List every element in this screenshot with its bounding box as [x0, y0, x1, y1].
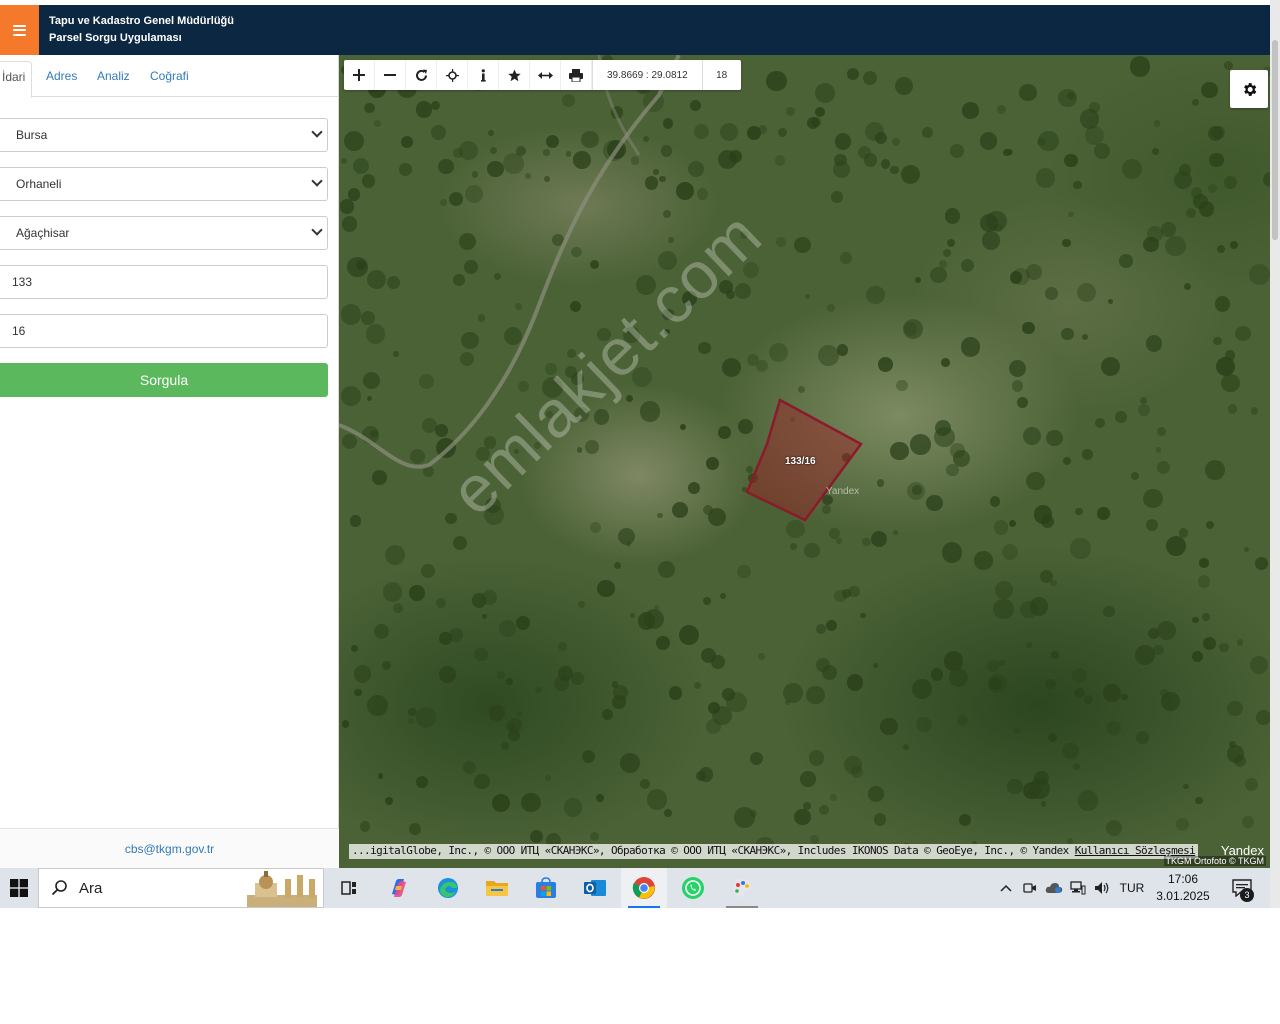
chevron-up-icon	[1000, 884, 1012, 892]
zoom-in-button[interactable]	[344, 60, 375, 90]
app-title-line1: Tapu ve Kadastro Genel Müdürlüğü	[49, 15, 234, 27]
speaker-icon	[1095, 882, 1109, 894]
clock-date: 3.01.2025	[1156, 889, 1210, 903]
chrome-button[interactable]	[621, 868, 667, 908]
province-value: Bursa	[16, 128, 48, 142]
info-icon	[481, 68, 486, 82]
chevron-down-icon	[311, 175, 323, 187]
page-scrollbar[interactable]	[1270, 0, 1280, 908]
whatsapp-button[interactable]	[670, 868, 716, 908]
neighborhood-value: Ağaçhisar	[16, 226, 70, 240]
refresh-button[interactable]	[406, 60, 437, 90]
block-number-input[interactable]: 133	[0, 265, 328, 299]
cloud-sync-icon	[1045, 883, 1063, 893]
tab-bar: İdari Adres Analiz Coğrafi	[0, 55, 339, 98]
tab-analiz[interactable]: Analiz	[91, 61, 136, 97]
store-button[interactable]	[523, 868, 569, 908]
search-highlight-illustration-icon	[247, 871, 317, 907]
map-settings-button[interactable]	[1230, 70, 1268, 108]
camera-icon	[1023, 883, 1036, 893]
query-button[interactable]: Sorgula	[0, 363, 328, 397]
show-hidden-icons-button[interactable]	[996, 868, 1016, 908]
favorite-button[interactable]	[499, 60, 530, 90]
search-icon	[51, 880, 67, 896]
start-button[interactable]	[0, 868, 37, 908]
map-toolbar: 39.8669 : 29.0812 18	[344, 60, 741, 90]
notification-center-button[interactable]: 3	[1222, 868, 1262, 908]
store-icon	[536, 877, 556, 898]
hamburger-icon	[13, 24, 26, 36]
block-number-value: 133	[12, 275, 33, 289]
app-header: Tapu ve Kadastro Genel Müdürlüğü Parsel …	[0, 5, 1270, 55]
clock-time: 17:06	[1167, 872, 1199, 886]
measure-button[interactable]	[530, 60, 561, 90]
file-explorer-icon	[486, 881, 508, 896]
print-button[interactable]	[561, 60, 592, 90]
province-select[interactable]: Bursa	[0, 118, 328, 152]
edge-button[interactable]	[425, 868, 471, 908]
taskbar-search[interactable]: Ara	[38, 868, 324, 908]
input-language-indicator[interactable]: TUR	[1116, 868, 1148, 908]
map-attribution: ...igitalGlobe, Inc., © ООО ИТЦ «СКАНЭКС…	[349, 844, 1199, 859]
onedrive-tray[interactable]	[1043, 868, 1065, 908]
zoom-level-readout: 18	[716, 69, 728, 81]
footer-email-link[interactable]: cbs@tkgm.gov.tr	[0, 828, 339, 868]
hamburger-menu-button[interactable]	[0, 5, 39, 55]
chevron-down-icon	[311, 224, 323, 236]
tab-adres[interactable]: Adres	[40, 61, 83, 97]
task-view-icon	[341, 881, 356, 895]
star-icon	[507, 69, 521, 81]
tab-cografi[interactable]: Coğrafi	[144, 61, 195, 97]
crosshair-icon	[445, 68, 459, 82]
copilot-button[interactable]	[376, 868, 422, 908]
volume-tray[interactable]	[1092, 868, 1112, 908]
yandex-watermark: Yandex	[826, 486, 860, 497]
measure-icon	[537, 71, 553, 79]
network-icon	[1070, 881, 1086, 895]
chrome-icon	[632, 877, 655, 899]
district-select[interactable]: Orhaneli	[0, 167, 328, 201]
gear-icon	[1243, 82, 1256, 96]
map-view[interactable]: emlakjet.com 133/16 Yandex 39.8669: 29.…	[339, 55, 1270, 868]
task-view-button[interactable]	[326, 868, 372, 908]
attribution-text: ...igitalGlobe, Inc., © ООО ИТЦ «СКАНЭКС…	[352, 844, 1075, 857]
windows-taskbar: Ara TUR 17:06 3.01.2025 3	[0, 868, 1270, 908]
orthophoto-credit[interactable]: TKGM Ortofoto © TKGM	[1163, 856, 1266, 866]
locate-button[interactable]	[437, 60, 468, 90]
coordinate-readout: 39.8669 : 29.0812	[592, 60, 703, 90]
app-title: Tapu ve Kadastro Genel Müdürlüğü Parsel …	[49, 13, 234, 47]
print-icon	[569, 68, 583, 82]
zoom-out-button[interactable]	[375, 60, 406, 90]
query-panel: İdari Adres Analiz Coğrafi Bursa Orhanel…	[0, 55, 339, 868]
outlook-button[interactable]	[572, 868, 618, 908]
tab-idari[interactable]: İdari	[0, 61, 33, 98]
network-tray[interactable]	[1068, 868, 1088, 908]
minus-icon	[384, 74, 396, 76]
file-explorer-button[interactable]	[474, 868, 520, 908]
refresh-icon	[415, 69, 427, 81]
parcel-number-value: 16	[12, 324, 26, 338]
parcel-label: 133/16	[785, 456, 816, 467]
district-value: Orhaneli	[16, 177, 62, 191]
whatsapp-icon	[682, 877, 704, 899]
info-button[interactable]	[468, 60, 499, 90]
edge-icon	[438, 878, 458, 898]
outlook-icon	[584, 880, 606, 896]
paint-icon	[733, 879, 751, 897]
paint-button[interactable]	[719, 868, 765, 908]
meet-now-tray[interactable]	[1020, 868, 1040, 908]
search-label: Ara	[79, 880, 103, 897]
browser-app: Tapu ve Kadastro Genel Müdürlüğü Parsel …	[0, 0, 1280, 908]
notification-count-badge: 3	[1240, 888, 1254, 902]
neighborhood-select[interactable]: Ağaçhisar	[0, 216, 328, 250]
copilot-icon	[392, 879, 406, 897]
taskbar-clock[interactable]: 17:06 3.01.2025	[1150, 871, 1216, 905]
plus-icon	[353, 69, 365, 81]
chevron-down-icon	[311, 126, 323, 138]
app-title-line2: Parsel Sorgu Uygulaması	[49, 32, 182, 44]
parcel-number-input[interactable]: 16	[0, 314, 328, 348]
windows-logo-icon	[9, 879, 28, 897]
